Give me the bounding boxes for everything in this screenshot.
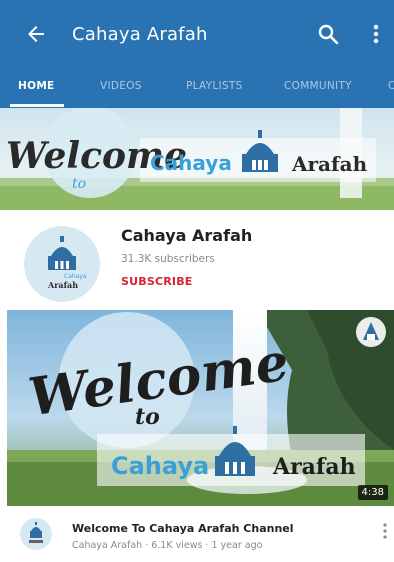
channel-tabs: HOME VIDEOS PLAYLISTS COMMUNITY C bbox=[0, 68, 394, 108]
video-channel-avatar[interactable] bbox=[20, 518, 52, 550]
more-vert-icon[interactable] bbox=[380, 522, 390, 540]
video-meta: Cahaya Arafah · 6.1K views · 1 year ago bbox=[72, 540, 263, 551]
video-duration: 4:38 bbox=[357, 485, 388, 500]
more-vert-icon[interactable] bbox=[368, 22, 384, 46]
channel-avatar[interactable]: Cahaya Arafah bbox=[24, 226, 100, 302]
tab-playlists[interactable]: PLAYLISTS bbox=[186, 80, 243, 92]
page-title: Cahaya Arafah bbox=[72, 24, 208, 45]
tab-overflow-indicator: C bbox=[388, 80, 394, 92]
arrow-left-icon[interactable] bbox=[24, 22, 48, 46]
tab-community[interactable]: COMMUNITY bbox=[284, 80, 352, 92]
subscriber-count: 31.3K subscribers bbox=[121, 253, 215, 265]
banner-to-text: to bbox=[72, 176, 86, 192]
active-tab-indicator bbox=[10, 104, 64, 107]
thumbnail-art: Welcome to Cahaya Arafah bbox=[7, 310, 394, 506]
banner-name-right: Arafah bbox=[291, 152, 368, 176]
app-bar: Cahaya Arafah bbox=[0, 0, 394, 68]
banner-art: Welcome to Cahaya Arafah bbox=[0, 108, 394, 210]
subscribe-button[interactable]: SUBSCRIBE bbox=[121, 275, 193, 288]
search-icon[interactable] bbox=[316, 22, 340, 46]
tab-videos[interactable]: VIDEOS bbox=[100, 80, 142, 92]
avatar-text-top: Cahaya bbox=[64, 273, 87, 280]
channel-watermark-icon bbox=[356, 317, 386, 347]
video-title[interactable]: Welcome To Cahaya Arafah Channel bbox=[72, 522, 294, 535]
avatar-text-bottom: Arafah bbox=[47, 280, 78, 290]
tab-home[interactable]: HOME bbox=[18, 80, 55, 92]
thumbnail-name-left: Cahaya bbox=[111, 452, 209, 480]
banner-name-left: Cahaya bbox=[150, 151, 232, 175]
thumbnail-to-text: to bbox=[135, 404, 160, 430]
channel-banner: Welcome to Cahaya Arafah bbox=[0, 108, 394, 210]
channel-name[interactable]: Cahaya Arafah bbox=[121, 226, 252, 245]
thumbnail-name-right: Arafah bbox=[272, 454, 356, 480]
video-thumbnail[interactable]: Welcome to Cahaya Arafah 4:38 bbox=[7, 310, 394, 506]
